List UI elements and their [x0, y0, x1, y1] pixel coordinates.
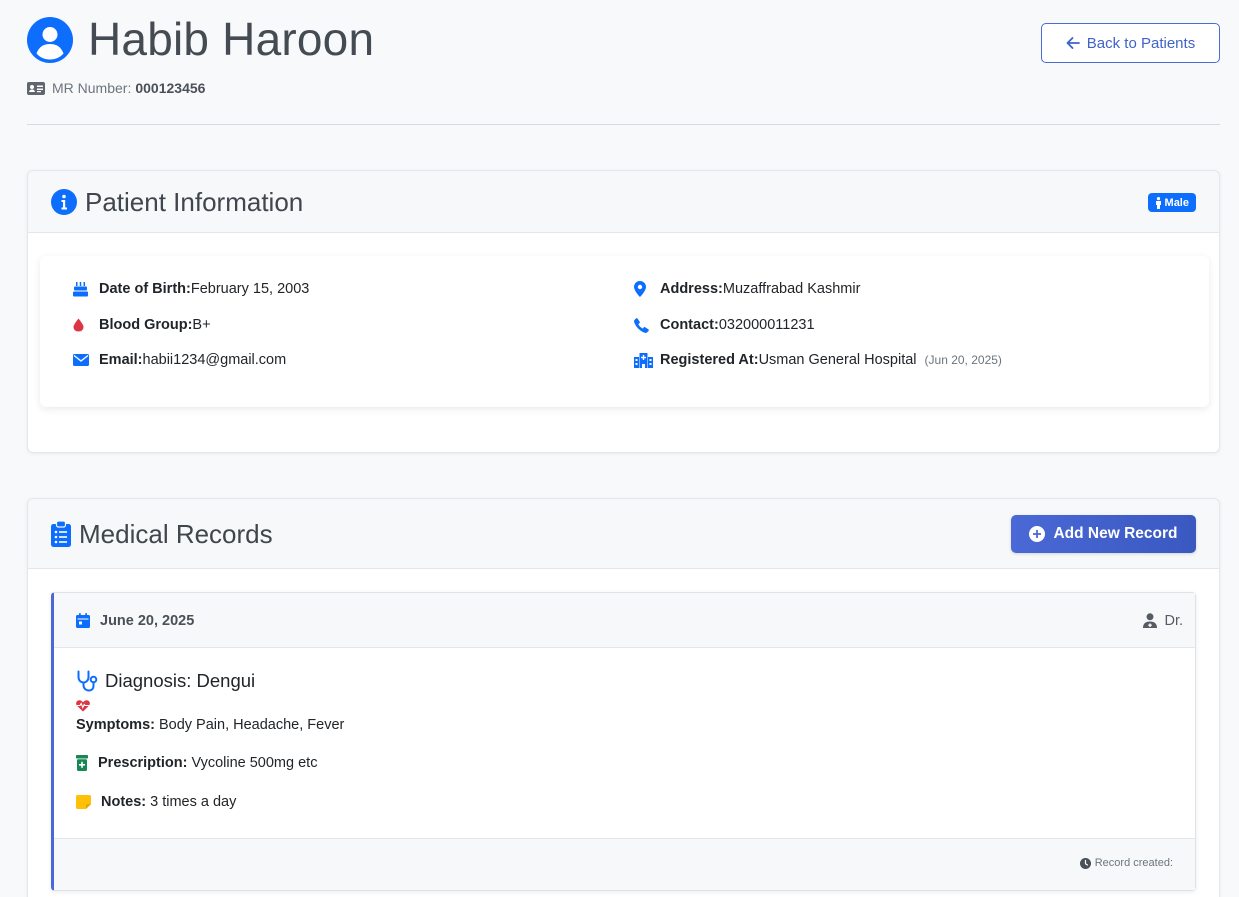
record-notes: Notes: 3 times a day — [76, 794, 236, 810]
page-header: Habib Haroon MR Number: 000123456 Back t… — [27, 0, 1220, 125]
patient-information-card: Patient Information Male Date of Birth: … — [27, 170, 1220, 453]
date-of-birth-row: Date of Birth: February 15, 2003 — [73, 281, 309, 297]
heartbeat-row — [76, 700, 90, 712]
gender-badge: Male — [1147, 193, 1196, 212]
heart-pulse-icon — [76, 700, 90, 712]
record-doctor: Dr. — [1143, 593, 1183, 648]
medical-records-header: Medical Records Add New Record — [28, 499, 1219, 569]
contact-row: Contact: 032000011231 — [634, 317, 815, 333]
plus-circle-icon — [1029, 526, 1046, 542]
address-row: Address: Muzaffrabad Kashmir — [634, 281, 860, 297]
back-button-label: Back to Patients — [1086, 34, 1196, 52]
mr-number: 000123456 — [135, 80, 206, 96]
doctor-icon — [1143, 613, 1158, 628]
patient-information-header: Patient Information Male — [28, 171, 1219, 233]
calendar-icon — [76, 613, 90, 628]
registered-date: (Jun 20, 2025) — [924, 353, 1002, 367]
envelope-icon — [73, 354, 99, 366]
mr-number-row: MR Number: 000123456 — [27, 80, 205, 96]
medical-records-title: Medical Records — [51, 499, 273, 569]
clock-icon — [1079, 857, 1091, 869]
id-card-icon — [27, 81, 45, 95]
mr-label: MR Number: — [52, 80, 132, 96]
blood-drop-icon — [73, 318, 99, 332]
record-prescription: Prescription: Vycoline 500mg etc — [76, 755, 317, 771]
patient-name: Habib Haroon — [88, 13, 375, 65]
prescription-bottle-icon — [76, 755, 88, 771]
blood-group-row: Blood Group: B+ — [73, 317, 211, 333]
sticky-note-icon — [76, 795, 91, 809]
record-created: Record created: — [1079, 857, 1173, 869]
record-header: June 20, 2025 Dr. — [54, 593, 1195, 648]
medical-record-item: June 20, 2025 Dr. Diagnosis: Dengui Symp… — [51, 592, 1196, 891]
record-diagnosis: Diagnosis: Dengui — [76, 670, 255, 692]
phone-icon — [634, 317, 660, 333]
male-icon — [1155, 196, 1162, 209]
record-symptoms: Symptoms: Body Pain, Headache, Fever — [76, 717, 345, 733]
hospital-icon — [634, 352, 660, 368]
info-circle-icon — [51, 189, 77, 215]
back-to-patients-button[interactable]: Back to Patients — [1041, 23, 1220, 63]
stethoscope-icon — [76, 670, 98, 692]
patient-information-title: Patient Information — [51, 171, 303, 233]
record-footer: Record created: — [54, 838, 1195, 890]
birthday-cake-icon — [73, 281, 99, 297]
registered-at-row: Registered At: Usman General Hospital (J… — [634, 352, 1002, 368]
arrow-left-icon — [1066, 37, 1080, 49]
medical-records-card: Medical Records Add New Record June 20, … — [27, 498, 1220, 897]
user-circle-icon — [27, 17, 73, 63]
record-date: June 20, 2025 — [76, 593, 194, 648]
patient-details-panel: Date of Birth: February 15, 2003 Blood G… — [40, 256, 1209, 407]
email-row: Email: habii1234@gmail.com — [73, 352, 286, 368]
add-new-record-button[interactable]: Add New Record — [1011, 515, 1196, 553]
clipboard-list-icon — [51, 521, 71, 547]
map-pin-icon — [634, 281, 660, 297]
